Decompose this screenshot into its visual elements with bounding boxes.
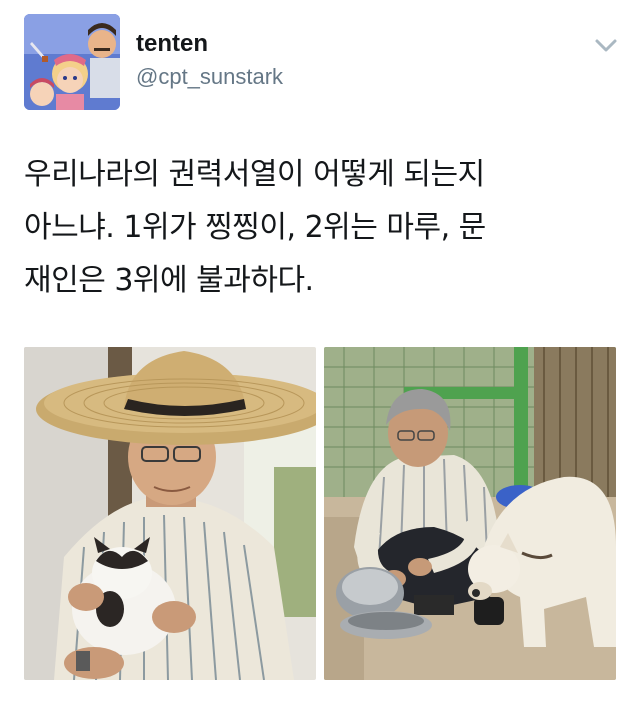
chevron-down-icon[interactable] <box>592 36 620 56</box>
photo-man-with-dog[interactable] <box>324 347 616 680</box>
photo-image <box>324 347 616 680</box>
tweet-text-line: 재인은 3위에 불과하다. <box>24 263 314 298</box>
tweet-header: tenten @cpt_sunstark <box>0 0 640 120</box>
photo-man-with-cat[interactable] <box>24 347 316 680</box>
tweet-text-line: 아느냐. 1위가 찡찡이, 2위는 마루, 문 <box>24 210 486 245</box>
display-name[interactable]: tenten <box>136 30 208 58</box>
cartoon-avatar-image <box>24 14 120 110</box>
avatar[interactable] <box>24 14 120 110</box>
tweet-text-line: 우리나라의 권력서열이 어떻게 되는지 <box>24 157 485 192</box>
user-handle[interactable]: @cpt_sunstark <box>136 64 283 90</box>
tweet-text: 우리나라의 권력서열이 어떻게 되는지 아느냐. 1위가 찡찡이, 2위는 마루… <box>24 148 624 307</box>
photo-image <box>24 347 316 680</box>
